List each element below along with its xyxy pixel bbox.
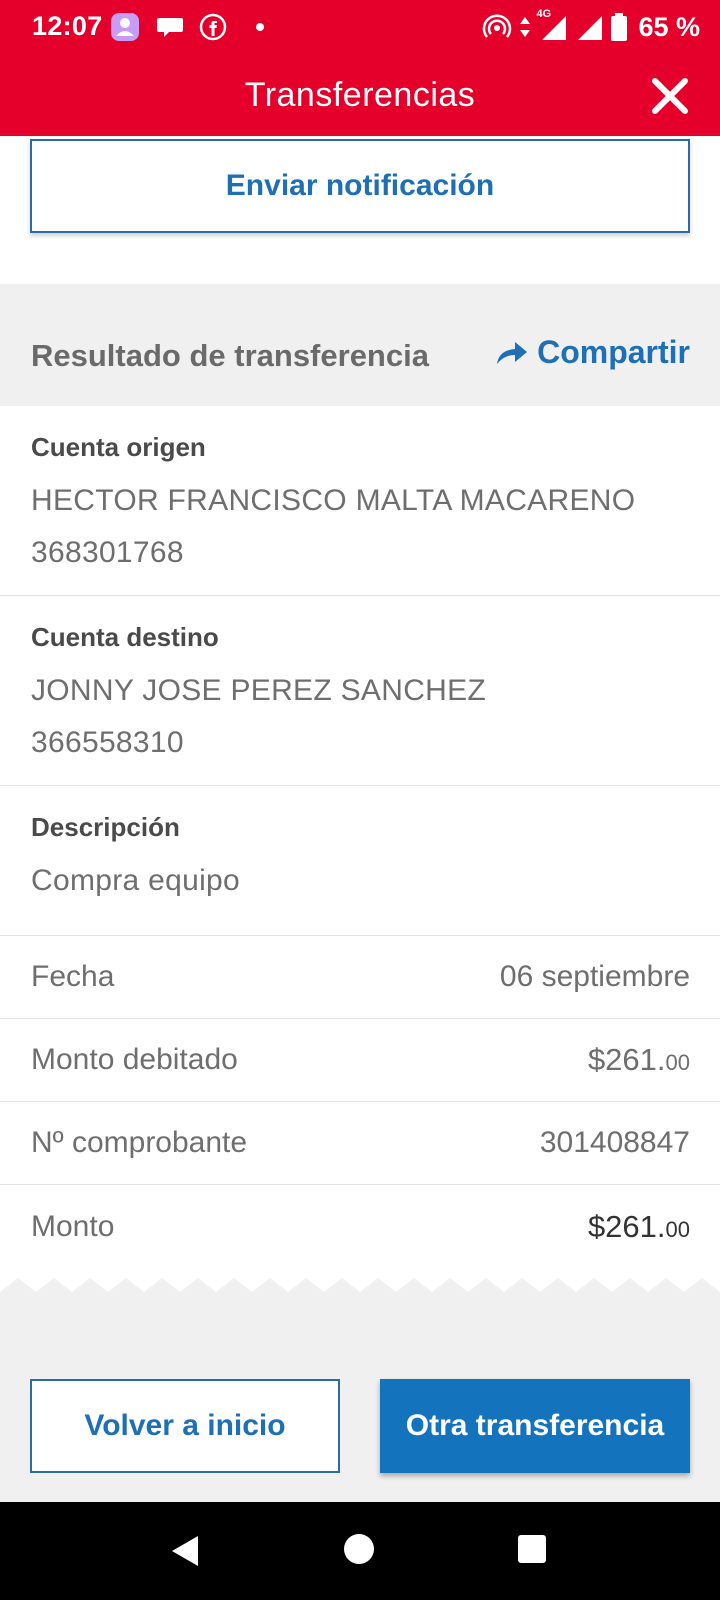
amount-label: Monto — [31, 1209, 115, 1243]
share-label: Compartir — [537, 334, 690, 370]
status-icons: 4G 65 % — [482, 8, 700, 44]
origin-name: HECTOR FRANCISCO MALTA MACARENO — [31, 484, 636, 517]
back-icon[interactable] — [170, 1534, 200, 1568]
amount-row: Monto $261.00 — [0, 1185, 720, 1268]
description-label: Descripción — [31, 812, 180, 842]
status-bar: 12:07 4G 65 % — [0, 0, 720, 56]
date-row: Fecha 06 septiembre — [0, 936, 720, 1019]
description-block: Descripción Compra equipo — [0, 786, 720, 936]
send-notification-button[interactable]: Enviar notificación — [30, 139, 690, 233]
assistant-icon — [111, 13, 139, 41]
data-arrows-icon — [520, 17, 531, 37]
notify-section: Enviar notificación — [0, 136, 720, 284]
recents-icon[interactable] — [518, 1535, 546, 1563]
voucher-row: Nº comprobante 301408847 — [0, 1102, 720, 1185]
date-label: Fecha — [31, 960, 115, 993]
destination-value: JONNY JOSE PEREZ SANCHEZ 366558310 — [31, 665, 690, 769]
chat-icon — [157, 18, 183, 37]
date-value: 06 septiembre — [499, 960, 690, 993]
origin-number: 368301768 — [31, 536, 184, 569]
amount-cents: 00 — [665, 1216, 690, 1242]
signal-4g: 4G — [536, 8, 568, 42]
battery-percent: 65 % — [638, 11, 700, 42]
origin-label: Cuenta origen — [31, 432, 206, 462]
result-title: Resultado de transferencia — [31, 338, 429, 373]
receipt-zigzag-edge — [0, 1270, 720, 1292]
amount-value: $261.00 — [588, 1209, 690, 1245]
share-button[interactable]: Compartir — [495, 334, 690, 371]
destination-number: 366558310 — [31, 726, 184, 759]
debited-row: Monto debitado $261.00 — [0, 1019, 720, 1102]
share-arrow-icon — [497, 341, 528, 364]
destination-label: Cuenta destino — [31, 622, 219, 652]
debited-amount: $261.00 — [588, 1042, 690, 1078]
destination-name: JONNY JOSE PEREZ SANCHEZ — [31, 674, 487, 707]
debited-whole: $261. — [587, 1042, 666, 1077]
app-bar: Transferencias — [0, 56, 720, 136]
close-icon[interactable] — [648, 74, 692, 118]
amount-whole: $261. — [587, 1208, 666, 1244]
voucher-label: Nº comprobante — [31, 1126, 248, 1159]
back-to-home-button[interactable]: Volver a inicio — [30, 1379, 340, 1473]
destination-account-block: Cuenta destino JONNY JOSE PEREZ SANCHEZ … — [0, 596, 720, 786]
notification-dot — [256, 23, 264, 31]
receipt: Cuenta origen HECTOR FRANCISCO MALTA MAC… — [0, 406, 720, 1278]
battery-icon — [611, 13, 628, 41]
new-transfer-button[interactable]: Otra transferencia — [380, 1379, 690, 1473]
debited-cents: 00 — [665, 1050, 690, 1075]
origin-value: HECTOR FRANCISCO MALTA MACARENO 36830176… — [31, 475, 690, 579]
debited-label: Monto debitado — [31, 1043, 238, 1076]
home-icon[interactable] — [344, 1534, 374, 1564]
facebook-icon — [199, 13, 227, 41]
description-value: Compra equipo — [31, 864, 241, 897]
status-time: 12:07 — [32, 11, 103, 41]
network-label: 4G — [536, 8, 552, 20]
result-header: Resultado de transferencia Compartir — [0, 284, 720, 406]
signal-icon — [578, 16, 603, 40]
origin-account-block: Cuenta origen HECTOR FRANCISCO MALTA MAC… — [0, 406, 720, 596]
page-title: Transferencias — [244, 76, 476, 114]
system-nav-bar — [0, 1502, 720, 1600]
hotspot-icon — [483, 14, 512, 38]
voucher-value: 301408847 — [539, 1126, 690, 1159]
